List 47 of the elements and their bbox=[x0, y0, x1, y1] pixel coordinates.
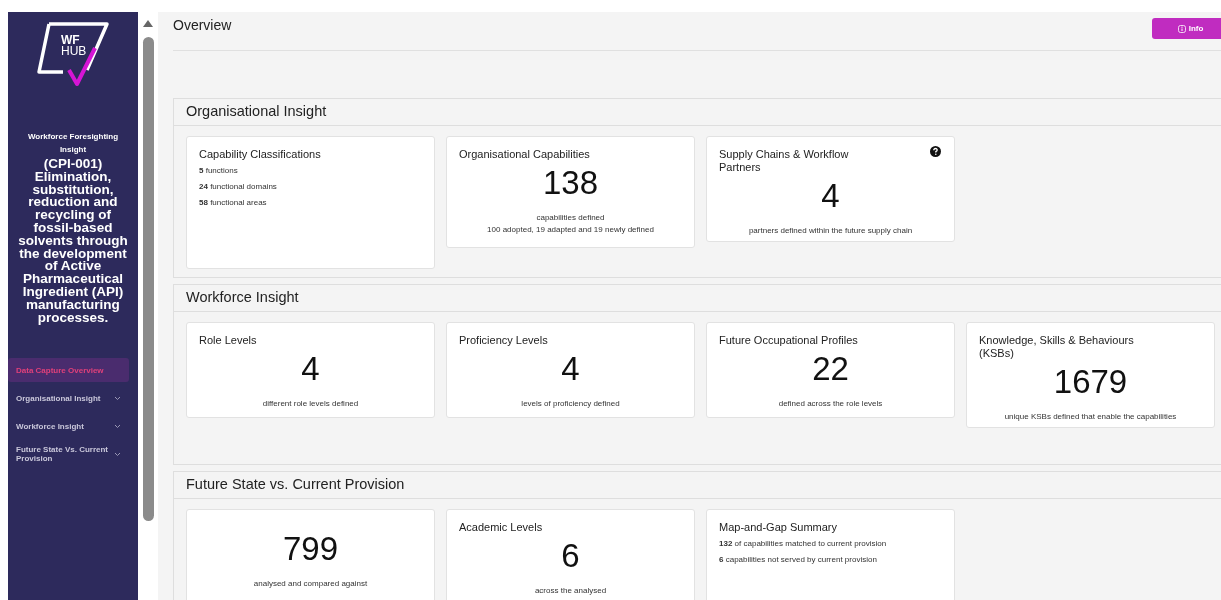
stat-line: 58 functional areas bbox=[199, 198, 268, 207]
card-title: Academic Levels bbox=[459, 521, 544, 534]
nav-item[interactable]: Future State Vs. Current Provision bbox=[8, 442, 129, 467]
stat-value: 4 bbox=[300, 352, 321, 386]
stat-caption: partners defined within the future supply chain bbox=[747, 225, 914, 237]
section-title: Workforce Insight bbox=[174, 285, 1221, 312]
stat-value: 138 bbox=[541, 166, 600, 200]
info-icon bbox=[1177, 24, 1186, 33]
project-subtitle: Workforce Foresighting Insight bbox=[26, 131, 120, 156]
card-title: Proficiency Levels bbox=[459, 334, 549, 347]
card-title: Supply Chains & Workflow Partners bbox=[719, 148, 850, 174]
card-title: Future Occupational Profiles bbox=[719, 334, 859, 347]
stat-caption: unique KSBs defined that enable the capabilities bbox=[1003, 411, 1178, 423]
stat-value: 4 bbox=[560, 352, 581, 386]
stat-value: 799 bbox=[281, 532, 340, 566]
stat-line: 24 functional domains bbox=[199, 182, 278, 191]
stat-caption: levels of proficiency defined bbox=[520, 398, 621, 410]
project-title: (CPI-001) Elimination, substitution, reduction and recycling of fossil-based solvents through the development of Active Pharmaceutical Ingredient (API) manufacturing processes. bbox=[17, 158, 129, 325]
help-icon[interactable] bbox=[930, 146, 941, 157]
scroll-up-icon[interactable] bbox=[143, 20, 153, 27]
nav-item[interactable]: Workforce Insight bbox=[8, 414, 129, 439]
section-title: Future State vs. Current Provision bbox=[174, 472, 1221, 499]
stat-value: 1679 bbox=[1052, 365, 1129, 399]
logo-text: WF HUB bbox=[61, 33, 87, 58]
scrollbar-thumb[interactable] bbox=[142, 37, 154, 521]
stat-line: 6 capabilities not served by current provision bbox=[719, 555, 878, 564]
info-button[interactable]: Info bbox=[1152, 18, 1221, 39]
nav-item[interactable]: Organisational Insight bbox=[8, 386, 129, 411]
stat-value: 4 bbox=[820, 179, 841, 213]
stat-caption: across the analysed bbox=[533, 585, 608, 597]
stat-caption: defined across the role levels bbox=[777, 398, 884, 410]
stat-line: 132 of capabilities matched to current provision bbox=[719, 539, 888, 548]
stat-line: 5 functions bbox=[199, 166, 239, 175]
card-title: Map-and-Gap Summary bbox=[719, 521, 838, 534]
card-title: Role Levels bbox=[199, 334, 258, 347]
card-title: Organisational Capabilities bbox=[459, 148, 591, 161]
card-title: Capability Classifications bbox=[199, 148, 322, 161]
logo-drawing bbox=[37, 22, 109, 86]
stat-caption: capabilities defined bbox=[535, 212, 606, 224]
stat-value: 6 bbox=[560, 539, 581, 573]
page-title: Overview bbox=[173, 17, 232, 33]
stat-caption: 100 adopted, 19 adapted and 19 newly defined bbox=[486, 224, 655, 236]
stat-caption: analysed and compared against bbox=[252, 578, 369, 590]
stat-caption: different role levels defined bbox=[261, 398, 360, 410]
card-title: Knowledge, Skills & Behaviours (KSBs) bbox=[979, 334, 1135, 360]
section-title: Organisational Insight bbox=[174, 99, 1221, 126]
stat-value: 22 bbox=[811, 352, 850, 386]
